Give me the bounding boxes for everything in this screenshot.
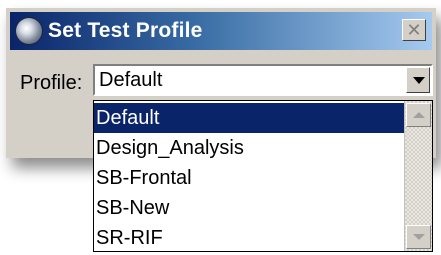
profile-select[interactable]: Default	[93, 64, 433, 96]
scroll-up-icon[interactable]	[406, 103, 431, 127]
app-logo-icon	[16, 18, 42, 44]
dropdown-scrollbar[interactable]	[404, 101, 432, 251]
close-button[interactable]: ✕	[402, 19, 426, 41]
dropdown-option-default[interactable]: Default	[94, 103, 404, 133]
dropdown-option-sb-new[interactable]: SB-New	[94, 193, 404, 223]
dropdown-option-sb-frontal[interactable]: SB-Frontal	[94, 163, 404, 193]
title-bar[interactable]: Set Test Profile ✕	[10, 12, 432, 50]
dropdown-option-sr-rif[interactable]: SR-RIF	[94, 223, 404, 251]
profile-label: Profile:	[20, 72, 83, 94]
profile-dropdown-list: Default Design_Analysis SB-Frontal SB-Ne…	[93, 100, 433, 252]
scroll-down-icon[interactable]	[406, 225, 431, 249]
chevron-down-icon[interactable]	[406, 67, 430, 93]
screen: Set Test Profile ✕ Profile: Default Defa…	[0, 0, 441, 255]
profile-select-value: Default	[99, 69, 163, 91]
close-icon: ✕	[406, 20, 422, 40]
dropdown-option-design-analysis[interactable]: Design_Analysis	[94, 133, 404, 163]
window-title: Set Test Profile	[48, 19, 203, 42]
